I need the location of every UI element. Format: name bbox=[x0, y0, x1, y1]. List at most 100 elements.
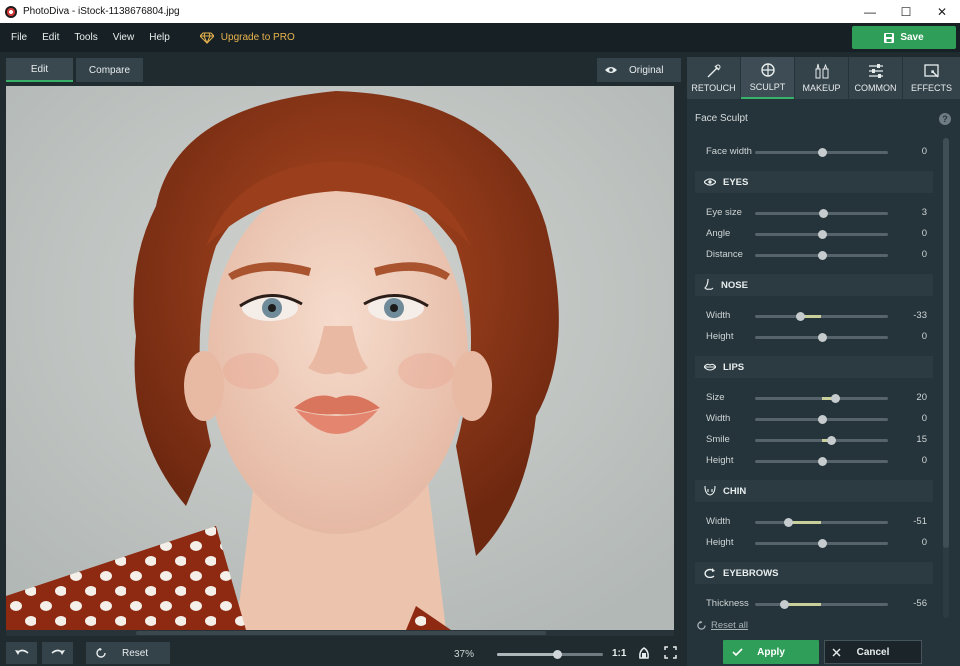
tab-common[interactable]: COMMON bbox=[849, 57, 902, 99]
tab-common-label: COMMON bbox=[854, 83, 897, 93]
slider-lips-width: Width 0 bbox=[706, 411, 935, 427]
show-original-button[interactable]: Original bbox=[597, 58, 681, 82]
panel-scrollbar[interactable] bbox=[943, 138, 949, 618]
tab-makeup-label: MAKEUP bbox=[802, 83, 841, 93]
slider-track[interactable] bbox=[755, 312, 888, 321]
slider-value: 0 bbox=[921, 228, 927, 239]
slider-knob[interactable] bbox=[830, 394, 840, 403]
reset-icon bbox=[96, 648, 106, 658]
slider-nose-width: Width -33 bbox=[706, 308, 935, 324]
slider-label: Angle bbox=[706, 228, 731, 239]
fit-face-icon[interactable] bbox=[638, 647, 650, 659]
minimize-icon[interactable]: — bbox=[852, 0, 888, 23]
slider-knob[interactable] bbox=[819, 209, 829, 218]
reset-all-label: Reset all bbox=[711, 620, 748, 631]
group-eyebrows[interactable]: EYEBROWS bbox=[695, 562, 933, 584]
slider-knob[interactable] bbox=[817, 148, 827, 157]
slider-lips-height: Height 0 bbox=[706, 453, 935, 469]
eye-icon bbox=[704, 178, 716, 186]
slider-track[interactable] bbox=[755, 415, 888, 424]
tab-retouch[interactable]: RETOUCH bbox=[687, 57, 740, 99]
tab-makeup[interactable]: MAKEUP bbox=[795, 57, 848, 99]
tab-sculpt-label: SCULPT bbox=[749, 82, 786, 92]
group-chin[interactable]: CHIN bbox=[695, 480, 933, 502]
slider-chin-height: Height 0 bbox=[706, 535, 935, 551]
slider-knob[interactable] bbox=[780, 600, 790, 609]
panel-scroll-thumb[interactable] bbox=[943, 138, 949, 548]
nose-icon bbox=[704, 279, 714, 290]
tab-sculpt[interactable]: SCULPT bbox=[741, 57, 794, 99]
undo-button[interactable] bbox=[6, 642, 37, 664]
slider-knob[interactable] bbox=[795, 312, 805, 321]
slider-track[interactable] bbox=[755, 394, 888, 403]
slider-track[interactable] bbox=[755, 457, 888, 466]
tab-effects[interactable]: EFFECTS bbox=[903, 57, 960, 99]
reset-button[interactable]: Reset bbox=[86, 642, 170, 664]
slider-knob[interactable] bbox=[817, 539, 827, 548]
floppy-icon bbox=[884, 32, 895, 43]
menu-help[interactable]: Help bbox=[149, 32, 170, 43]
save-button[interactable]: Save bbox=[852, 26, 956, 49]
photo-canvas[interactable] bbox=[6, 86, 674, 630]
cancel-label: Cancel bbox=[856, 646, 890, 658]
redo-button[interactable] bbox=[42, 642, 73, 664]
group-nose-title: NOSE bbox=[721, 279, 748, 291]
slider-track[interactable] bbox=[755, 209, 888, 218]
maximize-icon[interactable]: ☐ bbox=[888, 0, 924, 23]
menu-edit[interactable]: Edit bbox=[42, 32, 59, 43]
slider-knob[interactable] bbox=[817, 415, 827, 424]
help-icon[interactable]: ? bbox=[939, 113, 951, 125]
upgrade-link[interactable]: Upgrade to PRO bbox=[199, 32, 295, 44]
slider-knob[interactable] bbox=[783, 518, 793, 527]
retouch-icon bbox=[707, 64, 720, 78]
slider-knob[interactable] bbox=[817, 251, 827, 260]
slider-track[interactable] bbox=[755, 230, 888, 239]
horizontal-scroll-thumb[interactable] bbox=[136, 631, 546, 635]
group-eyes[interactable]: EYES bbox=[695, 171, 933, 193]
slider-label: Thickness bbox=[706, 598, 749, 609]
slider-track[interactable] bbox=[755, 539, 888, 548]
slider-track[interactable] bbox=[755, 251, 888, 260]
actual-size-button[interactable]: 1:1 bbox=[612, 648, 626, 659]
group-nose[interactable]: NOSE bbox=[695, 274, 933, 296]
slider-track[interactable] bbox=[755, 333, 888, 342]
title-bar: PhotoDiva - iStock-1138676804.jpg — ☐ ✕ bbox=[0, 0, 960, 23]
slider-track[interactable] bbox=[755, 518, 888, 527]
reset-all-link[interactable]: Reset all bbox=[697, 620, 748, 631]
slider-track[interactable] bbox=[755, 148, 888, 157]
group-chin-title: CHIN bbox=[723, 485, 747, 497]
slider-knob[interactable] bbox=[817, 457, 827, 466]
menu-bar: File Edit Tools View Help Upgrade to PRO… bbox=[0, 23, 960, 52]
group-lips[interactable]: LIPS bbox=[695, 356, 933, 378]
lips-icon bbox=[704, 363, 716, 371]
apply-label: Apply bbox=[757, 646, 785, 658]
horizontal-scrollbar[interactable] bbox=[6, 630, 674, 636]
slider-track[interactable] bbox=[755, 600, 888, 609]
close-icon bbox=[832, 648, 841, 656]
close-icon[interactable]: ✕ bbox=[924, 0, 960, 23]
slider-value: -33 bbox=[913, 310, 927, 321]
slider-knob[interactable] bbox=[817, 230, 827, 239]
slider-lips-size: Size 20 bbox=[706, 390, 935, 406]
zoom-slider-knob[interactable] bbox=[553, 650, 563, 659]
slider-knob[interactable] bbox=[827, 436, 837, 445]
apply-button[interactable]: Apply bbox=[723, 640, 819, 664]
reset-icon bbox=[697, 621, 706, 630]
slider-eye-distance: Distance 0 bbox=[706, 247, 935, 263]
zoom-slider[interactable] bbox=[497, 650, 603, 659]
menu-tools[interactable]: Tools bbox=[74, 32, 97, 43]
compare-button[interactable]: Compare bbox=[76, 58, 143, 82]
slider-label: Height bbox=[706, 331, 734, 342]
menu-view[interactable]: View bbox=[113, 32, 135, 43]
fullscreen-icon[interactable] bbox=[664, 646, 677, 659]
group-eyes-title: EYES bbox=[723, 176, 749, 188]
slider-value: 15 bbox=[916, 434, 927, 445]
edit-mode-button[interactable]: Edit bbox=[6, 58, 73, 82]
makeup-icon bbox=[815, 63, 828, 79]
slider-eyebrows-thickness: Thickness -56 bbox=[706, 596, 935, 612]
slider-knob[interactable] bbox=[817, 333, 827, 342]
slider-track[interactable] bbox=[755, 436, 888, 445]
slider-value: 20 bbox=[916, 392, 927, 403]
cancel-button[interactable]: Cancel bbox=[824, 640, 922, 664]
menu-file[interactable]: File bbox=[11, 32, 27, 43]
